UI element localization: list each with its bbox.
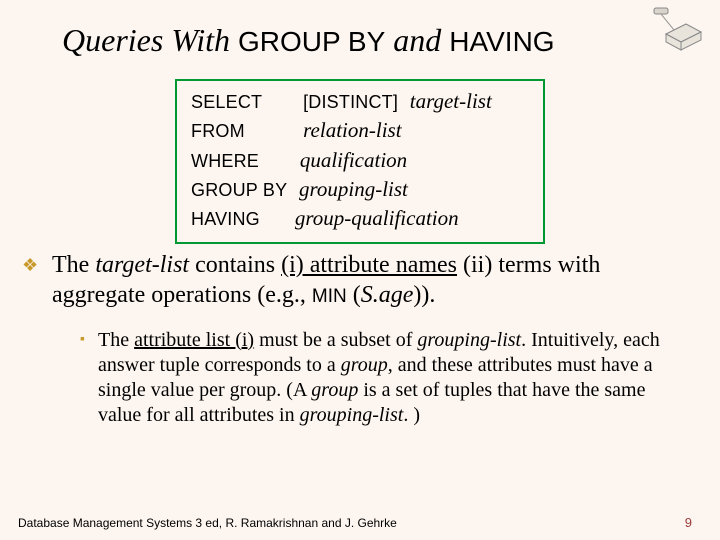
b2-group1: group: [341, 354, 388, 376]
syntax-qual: qualification: [300, 148, 407, 172]
b2-t2: must be a subset of: [254, 329, 417, 351]
syntax-groupby-line: GROUP BY grouping-list: [191, 175, 529, 204]
kw-having: HAVING: [191, 209, 260, 229]
syntax-where-line: WHERE qualification: [191, 146, 529, 175]
b1-sage: S.age: [361, 282, 414, 308]
kw-from: FROM: [191, 121, 245, 141]
footer-text: Database Management Systems 3 ed, R. Ram…: [18, 516, 397, 530]
b2-t10: . ): [403, 404, 420, 426]
kw-where: WHERE: [191, 151, 259, 171]
title-kw-having: HAVING: [449, 26, 554, 57]
kw-groupby: GROUP BY: [191, 180, 287, 200]
b1-min: MIN: [312, 286, 347, 307]
syntax-having-line: HAVING group-qualification: [191, 204, 529, 233]
title-kw-groupby: GROUP BY: [238, 26, 385, 57]
title-mid: and: [385, 22, 449, 58]
kw-distinct: [DISTINCT]: [303, 92, 398, 112]
slide-title: Queries With GROUP BY and HAVING: [0, 0, 720, 59]
b2-groupinglist1: grouping-list: [417, 329, 521, 351]
syntax-groupqual: group-qualification: [295, 206, 459, 230]
syntax-target: target-list: [410, 89, 492, 113]
b2-groupinglist2: grouping-list: [300, 404, 404, 426]
b1-t0: The: [52, 252, 95, 278]
b2-t0: The: [98, 329, 134, 351]
b1-t2: contains: [189, 252, 281, 278]
b1-t5: (: [347, 282, 361, 308]
b2-attrlist: attribute list (i): [134, 329, 254, 351]
bullet-level1: The target-list contains (i) attribute n…: [0, 250, 720, 310]
bullet-level2: The attribute list (i) must be a subset …: [80, 328, 678, 428]
kw-select: SELECT: [191, 92, 262, 112]
b1-targetlist: target-list: [95, 252, 189, 278]
decoration-icon: [646, 4, 706, 52]
title-pre: Queries With: [62, 22, 238, 58]
b2-group2: group: [311, 379, 358, 401]
syntax-relation: relation-list: [303, 118, 401, 142]
syntax-grouping: grouping-list: [299, 177, 408, 201]
sql-syntax-box: SELECT [DISTINCT] target-list FROM relat…: [175, 79, 545, 244]
page-number: 9: [685, 515, 692, 530]
b1-t6: )).: [413, 282, 435, 308]
syntax-select-line: SELECT [DISTINCT] target-list: [191, 87, 529, 116]
syntax-from-line: FROM relation-list: [191, 116, 529, 145]
b1-attrnames: (i) attribute names: [281, 252, 457, 278]
